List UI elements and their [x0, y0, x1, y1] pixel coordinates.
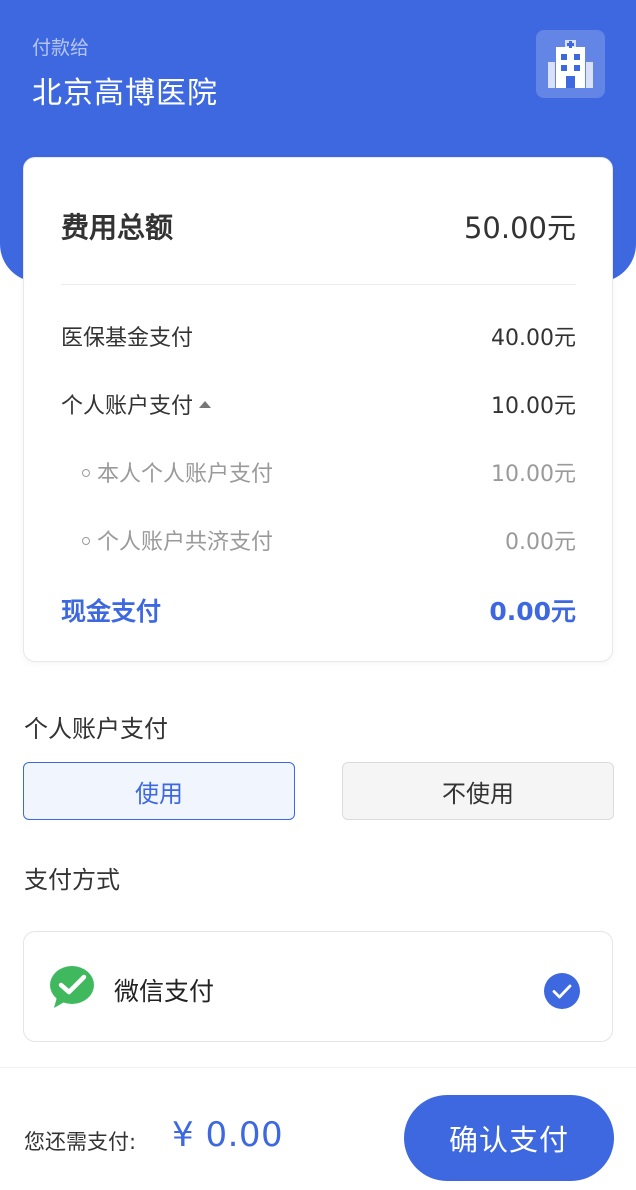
total-label: 费用总额 — [61, 211, 174, 244]
payee-name: 北京高博医院 — [32, 76, 218, 111]
line-amount: 10.00元 — [491, 394, 576, 419]
line-label: 个人账户支付 — [61, 394, 194, 419]
use-personal-account-button[interactable]: 使用 — [23, 762, 295, 820]
total-amount: 50.00元 — [463, 211, 576, 245]
personal-account-title: 个人账户支付 — [24, 715, 168, 743]
not-use-personal-account-button[interactable]: 不使用 — [342, 762, 614, 820]
bullet-icon — [82, 469, 90, 477]
total-row: 费用总额 50.00元 — [61, 205, 576, 247]
payment-page: 付款给 北京高博医院 费用总额 50.00元 医保基金支付 40.00元 个人账… — [0, 0, 636, 1190]
bullet-icon — [82, 537, 90, 545]
sub-label-group: 个人账户共济支付 — [82, 524, 273, 556]
line-amount: 40.00元 — [491, 326, 576, 351]
selected-check-icon[interactable] — [543, 972, 581, 1014]
line-personal-account[interactable]: 个人账户支付 10.00元 — [61, 388, 576, 420]
divider — [61, 284, 576, 285]
amount-due-value: ¥ 0.00 — [172, 1115, 284, 1155]
line-amount: 0.00元 — [505, 530, 576, 555]
wechat-pay-icon — [49, 964, 95, 1014]
line-label: 医保基金支付 — [61, 326, 194, 351]
line-medical-insurance-fund: 医保基金支付 40.00元 — [61, 320, 576, 352]
payment-method-name: 微信支付 — [114, 977, 215, 1006]
bottom-divider — [0, 1067, 636, 1068]
line-label: 个人账户共济支付 — [97, 530, 274, 555]
line-label: 现金支付 — [61, 597, 162, 626]
payee-caption: 付款给 — [32, 37, 90, 59]
line-label: 本人个人账户支付 — [97, 462, 274, 487]
amount-due-label: 您还需支付: — [24, 1130, 137, 1154]
confirm-payment-button[interactable]: 确认支付 — [404, 1095, 614, 1181]
sub-label-group: 本人个人账户支付 — [82, 456, 273, 488]
wechat-pay-option[interactable]: 微信支付 — [23, 931, 613, 1042]
caret-up-icon[interactable] — [199, 400, 212, 408]
fee-summary-card: 费用总额 50.00元 医保基金支付 40.00元 个人账户支付 10.00元 … — [23, 157, 613, 662]
line-cash-payment: 现金支付 0.00元 — [61, 592, 576, 628]
line-shared-personal-account: 个人账户共济支付 0.00元 — [82, 524, 576, 556]
payment-method-title: 支付方式 — [24, 866, 120, 894]
line-amount: 10.00元 — [491, 462, 576, 487]
line-amount: 0.00元 — [489, 597, 576, 626]
line-own-personal-account: 本人个人账户支付 10.00元 — [82, 456, 576, 488]
line-label-group[interactable]: 个人账户支付 — [61, 388, 212, 420]
hospital-building-icon — [536, 30, 605, 98]
